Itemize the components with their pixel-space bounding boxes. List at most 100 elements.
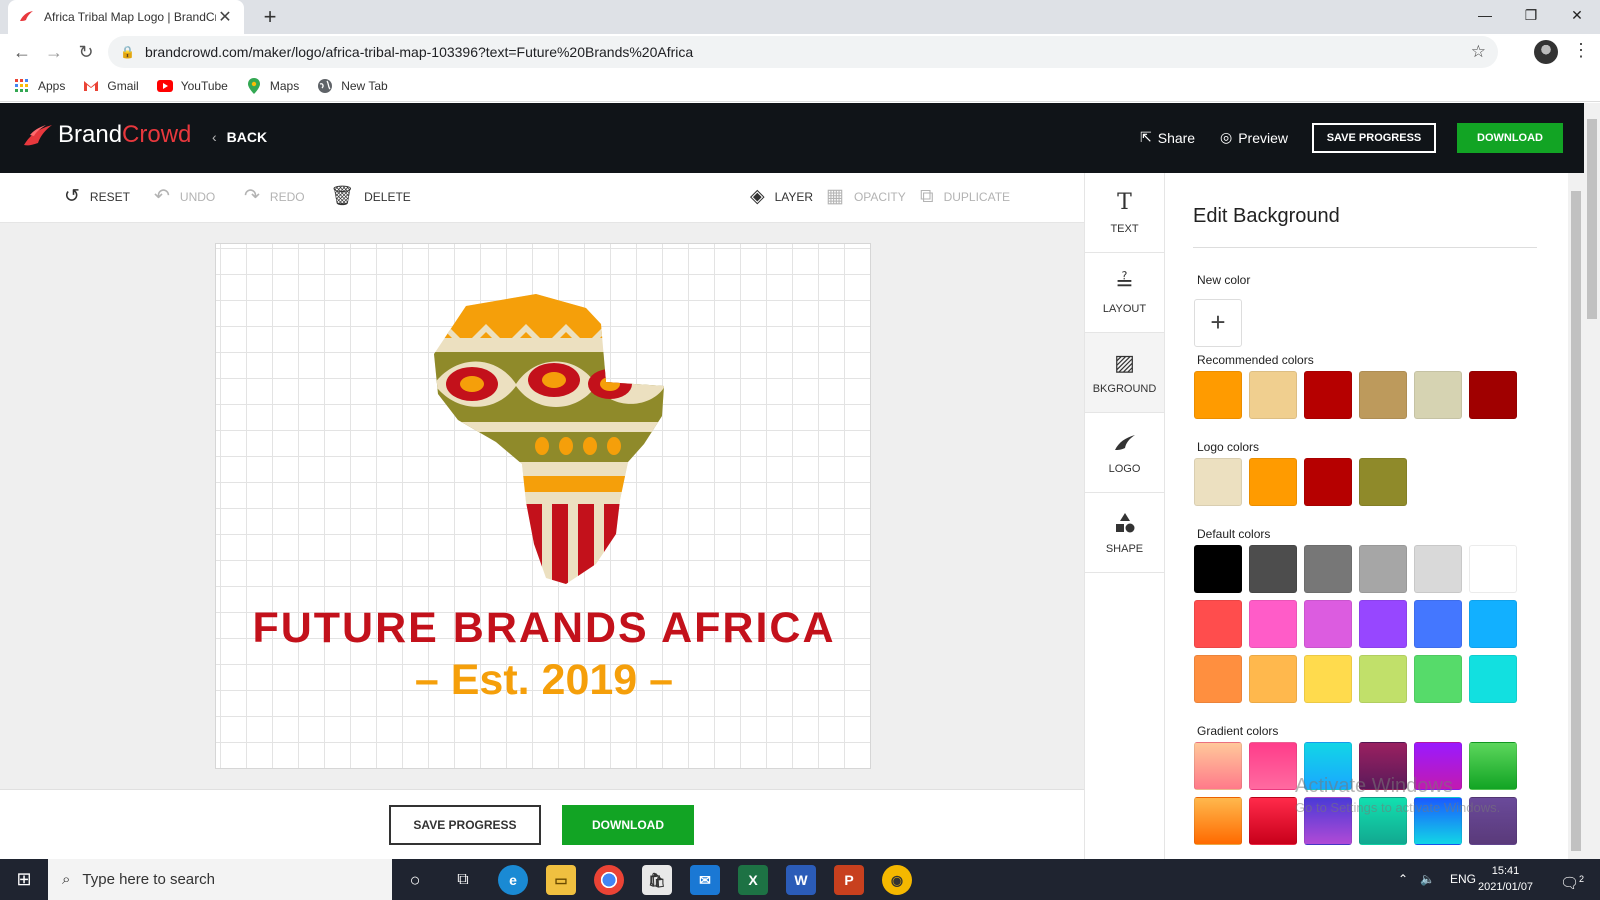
bookmark-maps[interactable]: Maps — [246, 77, 299, 94]
logo-color-swatch[interactable] — [1359, 458, 1407, 506]
chrome-icon[interactable] — [594, 865, 624, 895]
default-color-swatch[interactable] — [1304, 655, 1352, 703]
bookmark-gmail[interactable]: Gmail — [83, 78, 139, 94]
powerpoint-icon[interactable]: P — [834, 865, 864, 895]
gradient-color-swatch[interactable] — [1249, 742, 1297, 790]
youtube-icon — [156, 79, 173, 92]
page-scrollbar[interactable] — [1584, 103, 1600, 859]
bookmark-star-icon[interactable]: ☆ — [1471, 42, 1486, 62]
close-window-icon[interactable]: ✕ — [1554, 0, 1600, 30]
profile-avatar[interactable] — [1534, 40, 1558, 64]
save-progress-button[interactable]: SAVE PROGRESS — [389, 805, 541, 845]
recommended-color-swatch[interactable] — [1304, 371, 1352, 419]
delete-button[interactable]: 🗑 DELETE — [330, 187, 411, 206]
logo-color-swatch[interactable] — [1249, 458, 1297, 506]
default-color-swatch[interactable] — [1194, 545, 1242, 593]
tab-background[interactable]: ▨ BKGROUND — [1085, 333, 1164, 413]
recommended-color-swatch[interactable] — [1469, 371, 1517, 419]
store-icon[interactable]: 🛍 — [642, 865, 672, 895]
africa-map-graphic[interactable] — [426, 294, 666, 584]
close-tab-icon[interactable]: ✕ — [216, 7, 234, 27]
default-color-swatch[interactable] — [1469, 600, 1517, 648]
header-download-button[interactable]: DOWNLOAD — [1457, 123, 1563, 153]
tab-text[interactable]: T TEXT — [1085, 173, 1164, 253]
share-button[interactable]: ⇱ Share — [1140, 129, 1195, 146]
back-button[interactable]: ‹ BACK — [212, 129, 267, 145]
chrome-menu-icon[interactable]: ⋮ — [1572, 40, 1590, 61]
windows-start-icon[interactable]: ⊞ — [0, 859, 48, 900]
volume-icon[interactable]: 🔈 — [1420, 859, 1435, 900]
language-indicator[interactable]: ENG — [1450, 859, 1476, 900]
bookmarks-bar: Apps Gmail YouTube Maps New Tab — [0, 70, 1600, 102]
file-explorer-icon[interactable]: ▭ — [546, 865, 576, 895]
default-color-swatch[interactable] — [1194, 600, 1242, 648]
default-color-swatch[interactable] — [1194, 655, 1242, 703]
text-icon: T — [1117, 189, 1132, 215]
default-color-swatch[interactable] — [1414, 545, 1462, 593]
header-save-progress-button[interactable]: SAVE PROGRESS — [1312, 123, 1436, 153]
panel-scrollbar-thumb[interactable] — [1571, 191, 1581, 851]
default-color-swatch[interactable] — [1359, 600, 1407, 648]
tray-chevron-up-icon[interactable]: ⌃ — [1398, 859, 1408, 900]
tab-logo[interactable]: LOGO — [1085, 413, 1164, 493]
default-color-swatch[interactable] — [1249, 600, 1297, 648]
default-color-swatch[interactable] — [1304, 600, 1352, 648]
bookmark-new-tab[interactable]: New Tab — [317, 78, 388, 94]
default-color-swatch[interactable] — [1359, 545, 1407, 593]
forward-arrow-icon[interactable]: → — [40, 38, 68, 66]
taskbar-clock[interactable]: 15:41 2021/01/07 — [1478, 863, 1533, 895]
default-color-swatch[interactable] — [1249, 545, 1297, 593]
default-color-swatch[interactable] — [1249, 655, 1297, 703]
default-color-swatch[interactable] — [1359, 655, 1407, 703]
reload-icon[interactable]: ↻ — [72, 38, 100, 66]
recommended-color-swatch[interactable] — [1194, 371, 1242, 419]
layer-button[interactable]: ◈ LAYER — [750, 187, 813, 206]
default-color-swatch[interactable] — [1469, 655, 1517, 703]
page-scrollbar-thumb[interactable] — [1587, 119, 1597, 319]
bookmark-youtube[interactable]: YouTube — [156, 78, 228, 94]
default-color-swatch[interactable] — [1414, 655, 1462, 703]
browser-tab[interactable]: Africa Tribal Map Logo | BrandCro ✕ — [8, 0, 244, 34]
logo-color-swatch[interactable] — [1194, 458, 1242, 506]
new-tab-icon[interactable]: + — [256, 3, 284, 31]
gradient-color-swatch[interactable] — [1194, 742, 1242, 790]
tab-shape[interactable]: SHAPE — [1085, 493, 1164, 573]
back-arrow-icon[interactable]: ← — [8, 38, 36, 66]
logo-title-text[interactable]: FUTURE BRANDS AFRICA — [216, 604, 872, 653]
cortana-icon[interactable]: ○ — [400, 865, 430, 895]
logo-artboard[interactable]: FUTURE BRANDS AFRICA – Est. 2019 – — [215, 243, 871, 769]
logo-subtitle-text[interactable]: – Est. 2019 – — [216, 656, 872, 705]
redo-button[interactable]: ↷ REDO — [244, 187, 305, 206]
task-view-icon[interactable]: ⧉ — [448, 865, 478, 895]
duplicate-button[interactable]: ⧉ DUPLICATE — [920, 187, 1010, 206]
recommended-color-swatch[interactable] — [1249, 371, 1297, 419]
default-color-swatch[interactable] — [1304, 545, 1352, 593]
add-color-button[interactable]: + — [1194, 299, 1242, 347]
brandcrowd-logo[interactable]: Brand Crowd — [22, 121, 191, 149]
logo-color-swatch[interactable] — [1304, 458, 1352, 506]
undo-button[interactable]: ↶ UNDO — [154, 187, 215, 206]
taskbar-search-box[interactable]: ⌕ Type here to search — [48, 859, 392, 900]
reset-button[interactable]: ↺ RESET — [64, 187, 130, 206]
restore-icon[interactable]: ❐ — [1508, 0, 1554, 30]
excel-icon[interactable]: X — [738, 865, 768, 895]
minimize-icon[interactable]: — — [1462, 0, 1508, 30]
default-color-swatch[interactable] — [1469, 545, 1517, 593]
notifications-icon[interactable]: 🗨2 — [1560, 859, 1584, 900]
tab-layout[interactable]: ≟ LAYOUT — [1085, 253, 1164, 333]
edge-icon[interactable]: e — [498, 865, 528, 895]
recommended-color-swatch[interactable] — [1414, 371, 1462, 419]
panel-scrollbar[interactable] — [1568, 173, 1584, 859]
bookmark-apps[interactable]: Apps — [14, 78, 65, 94]
download-button[interactable]: DOWNLOAD — [562, 805, 694, 845]
opacity-button[interactable]: ▦ OPACITY — [826, 187, 906, 206]
preview-button[interactable]: ◎ Preview — [1220, 129, 1288, 146]
vpn-shield-icon[interactable]: ◉ — [882, 865, 912, 895]
default-color-swatch[interactable] — [1414, 600, 1462, 648]
word-icon[interactable]: W — [786, 865, 816, 895]
url-bar[interactable]: 🔒 brandcrowd.com/maker/logo/africa-triba… — [108, 36, 1498, 68]
gradient-color-swatch[interactable] — [1194, 797, 1242, 845]
gradient-color-swatch[interactable] — [1249, 797, 1297, 845]
recommended-color-swatch[interactable] — [1359, 371, 1407, 419]
mail-icon[interactable]: ✉ — [690, 865, 720, 895]
